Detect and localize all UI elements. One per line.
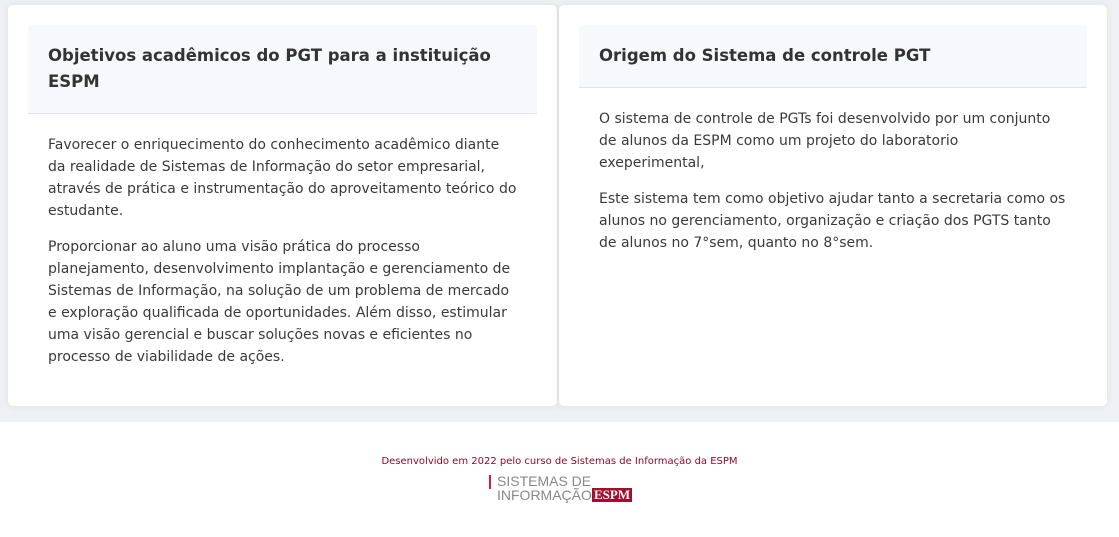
card-paragraph: Este sistema tem como objetivo ajudar ta… — [599, 191, 1066, 251]
card-paragraph: Favorecer o enriquecimento do conhecimen… — [48, 137, 517, 219]
logo-brand: ESPM — [592, 487, 633, 502]
espm-logo: SISTEMAS DE INFORMAÇÃO ESPM — [489, 473, 633, 504]
logo-line2: INFORMAÇÃO — [497, 487, 592, 503]
card-title: Origem do Sistema de controle PGT — [579, 25, 1087, 88]
footer-text: Desenvolvido em 2022 pelo curso de Siste… — [381, 456, 738, 467]
card-paragraph: O sistema de controle de PGTs foi desenv… — [599, 111, 1051, 171]
content-area: Objetivos acadêmicos do PGT para a insti… — [0, 0, 1119, 422]
card-title: Objetivos acadêmicos do PGT para a insti… — [28, 25, 537, 114]
logo-bar — [489, 475, 491, 489]
objectives-card: Objetivos acadêmicos do PGT para a insti… — [8, 5, 557, 406]
logo-line1: SISTEMAS DE — [497, 473, 592, 489]
origin-card: Origem do Sistema de controle PGT O sist… — [559, 5, 1107, 406]
card-paragraph: Proporcionar ao aluno uma visão prática … — [48, 239, 511, 365]
